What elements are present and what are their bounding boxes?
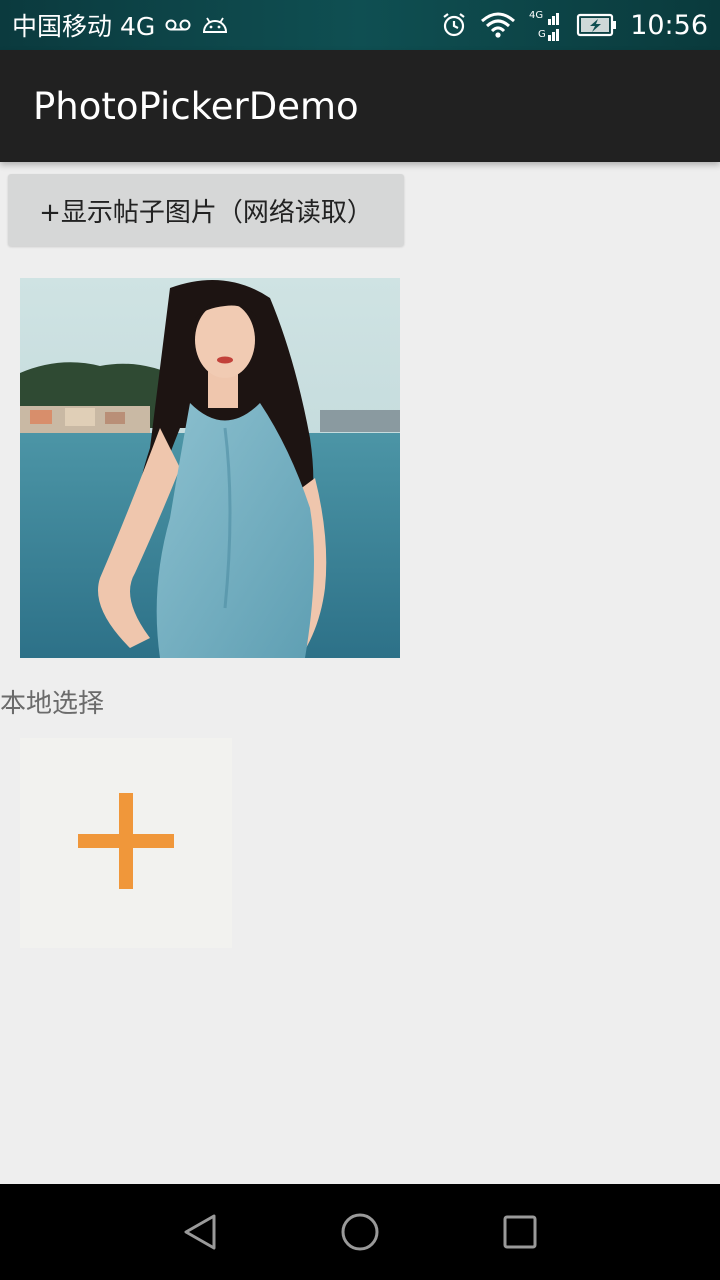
battery-icon bbox=[576, 12, 618, 38]
show-post-images-button[interactable]: +显示帖子图片（网络读取） bbox=[8, 174, 404, 246]
local-select-label: 本地选择 bbox=[0, 689, 105, 719]
recents-icon[interactable] bbox=[500, 1212, 540, 1252]
back-icon[interactable] bbox=[180, 1212, 220, 1252]
signal-icon: 4G G bbox=[528, 7, 564, 43]
post-photo[interactable] bbox=[20, 278, 400, 658]
android-debug-icon bbox=[201, 15, 229, 35]
wifi-icon bbox=[480, 11, 516, 39]
signal-label-4g: 4G bbox=[529, 10, 543, 21]
clock: 10:56 bbox=[630, 9, 708, 41]
navigation-bar bbox=[0, 1184, 720, 1280]
app-title: PhotoPickerDemo bbox=[33, 84, 359, 128]
carrier-label: 中国移动 4G bbox=[12, 12, 156, 41]
alarm-icon bbox=[440, 11, 468, 39]
signal-label-g: G bbox=[538, 29, 546, 40]
add-photo-tile[interactable] bbox=[20, 738, 232, 948]
plus-icon bbox=[78, 793, 174, 893]
app-bar: PhotoPickerDemo bbox=[0, 50, 720, 162]
voicemail-icon bbox=[165, 17, 191, 33]
status-bar: 中国移动 4G 4G G 10:56 bbox=[0, 0, 720, 50]
home-icon[interactable] bbox=[340, 1212, 380, 1252]
post-photo-image bbox=[20, 278, 400, 658]
